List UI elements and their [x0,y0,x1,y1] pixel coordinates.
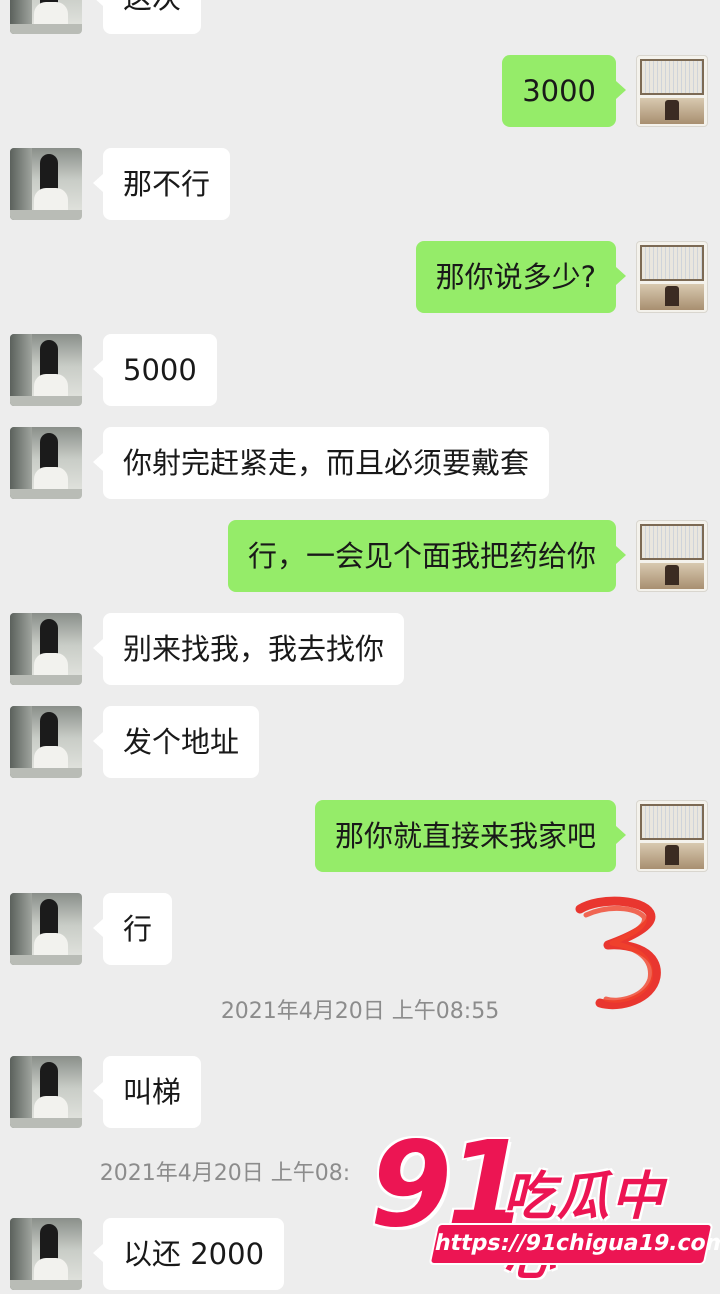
message-bubble[interactable]: 那你就直接来我家吧 [314,800,627,872]
message-bubble[interactable]: 以还 2000 [92,1218,285,1290]
message-received: 别来找我，我去找你 [0,613,720,689]
contact-avatar[interactable] [10,1218,82,1290]
message-received: 发个地址 [0,706,720,782]
message-sent: 那你就直接来我家吧 [0,800,720,876]
message-bubble[interactable]: 行，一会见个面我把药给你 [227,520,627,592]
message-bubble[interactable]: 发个地址 [92,706,260,778]
contact-avatar[interactable] [10,893,82,965]
contact-avatar[interactable] [10,613,82,685]
contact-avatar[interactable] [10,706,82,778]
message-received: 叫梯 [0,1056,720,1132]
message-received: 5000 [0,334,720,410]
watermark-url: https://91chigua19.com [430,1225,720,1263]
message-bubble[interactable]: 这次 [92,0,202,34]
message-bubble[interactable]: 3000 [502,55,626,127]
message-bubble[interactable]: 你射完赶紧走，而且必须要戴套 [92,427,550,499]
user-avatar[interactable] [636,800,708,872]
message-bubble[interactable]: 那不行 [92,148,231,220]
message-received: 这次 [0,0,720,38]
user-avatar[interactable] [636,55,708,127]
timestamp: 2021年4月20日 上午08:55 [220,999,500,1024]
contact-avatar[interactable] [10,0,82,34]
message-bubble[interactable]: 别来找我，我去找你 [92,613,405,685]
message-bubble[interactable]: 行 [92,893,173,965]
site-watermark: 91 吃瓜中心 https://91chigua19.com [365,1125,720,1287]
message-received: 你射完赶紧走，而且必须要戴套 [0,427,720,503]
message-bubble[interactable]: 那你说多少? [415,241,627,313]
message-received: 那不行 [0,148,720,224]
chat-history[interactable]: 这次 3000 那不行 那你说多少? 5000 你射完赶紧走，而且必须要戴套 [0,0,720,1290]
message-sent: 那你说多少? [0,241,720,317]
user-avatar[interactable] [636,241,708,313]
message-bubble[interactable]: 叫梯 [92,1056,202,1128]
message-sent: 行，一会见个面我把药给你 [0,520,720,596]
contact-avatar[interactable] [10,1056,82,1128]
user-avatar[interactable] [636,520,708,592]
contact-avatar[interactable] [10,334,82,406]
contact-avatar[interactable] [10,427,82,499]
message-sent: 3000 [0,55,720,131]
message-bubble[interactable]: 5000 [93,334,217,406]
contact-avatar[interactable] [10,148,82,220]
